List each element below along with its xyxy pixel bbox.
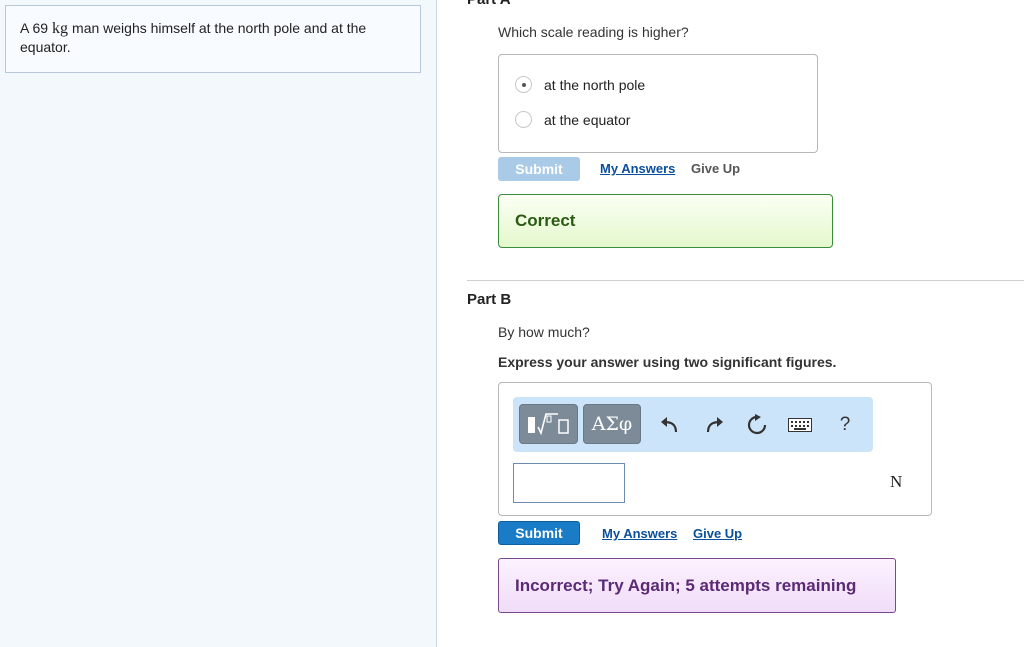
radio-unselected-icon[interactable] (515, 111, 532, 128)
part-a-options: at the north pole at the equator (498, 54, 818, 153)
part-b-my-answers-link[interactable]: My Answers (602, 526, 677, 541)
answer-box: ΑΣφ ? N (498, 382, 932, 516)
problem-mass-unit: kg (52, 20, 69, 37)
part-a-feedback-correct: Correct (498, 194, 833, 248)
problem-text-after: man weighs himself at the north pole and… (20, 20, 367, 55)
part-a-question: Which scale reading is higher? (498, 24, 689, 40)
option-label: at the north pole (544, 76, 646, 93)
part-b-question: By how much? (498, 324, 590, 340)
help-icon[interactable]: ? (831, 411, 859, 439)
problem-text-before: A 69 (20, 20, 49, 36)
option-equator[interactable]: at the equator (515, 111, 630, 128)
part-b-submit-button[interactable]: Submit (498, 521, 580, 545)
part-a-give-up-link[interactable]: Give Up (691, 161, 740, 176)
option-north-pole[interactable]: at the north pole (515, 76, 645, 93)
reset-icon[interactable] (743, 411, 771, 439)
part-a-my-answers-link[interactable]: My Answers (600, 161, 675, 176)
keyboard-icon[interactable] (786, 411, 814, 439)
part-b-instruction: Express your answer using two significan… (498, 354, 837, 370)
radio-selected-icon[interactable] (515, 76, 532, 93)
undo-icon[interactable] (656, 411, 684, 439)
option-label: at the equator (544, 111, 631, 128)
part-a-submit-button[interactable]: Submit (498, 157, 580, 181)
math-toolbar: ΑΣφ ? (513, 397, 873, 452)
redo-icon[interactable] (700, 411, 728, 439)
part-b-feedback-incorrect: Incorrect; Try Again; 5 attempts remaini… (498, 558, 896, 613)
problem-statement: A 69 kg man weighs himself at the north po… (5, 5, 421, 73)
part-b-header: Part B (467, 291, 512, 308)
answer-unit: N (890, 472, 903, 491)
part-divider (467, 280, 1024, 281)
problem-pane: A 69 kg man weighs himself at the north po… (0, 0, 437, 647)
part-a-header: Part A (467, 0, 511, 8)
templates-icon[interactable] (519, 404, 578, 444)
greek-symbols-icon[interactable]: ΑΣφ (583, 404, 641, 444)
answer-input[interactable] (513, 463, 625, 503)
part-b-give-up-link[interactable]: Give Up (693, 526, 742, 541)
question-pane: Part A Which scale reading is higher? at… (437, 0, 1024, 647)
